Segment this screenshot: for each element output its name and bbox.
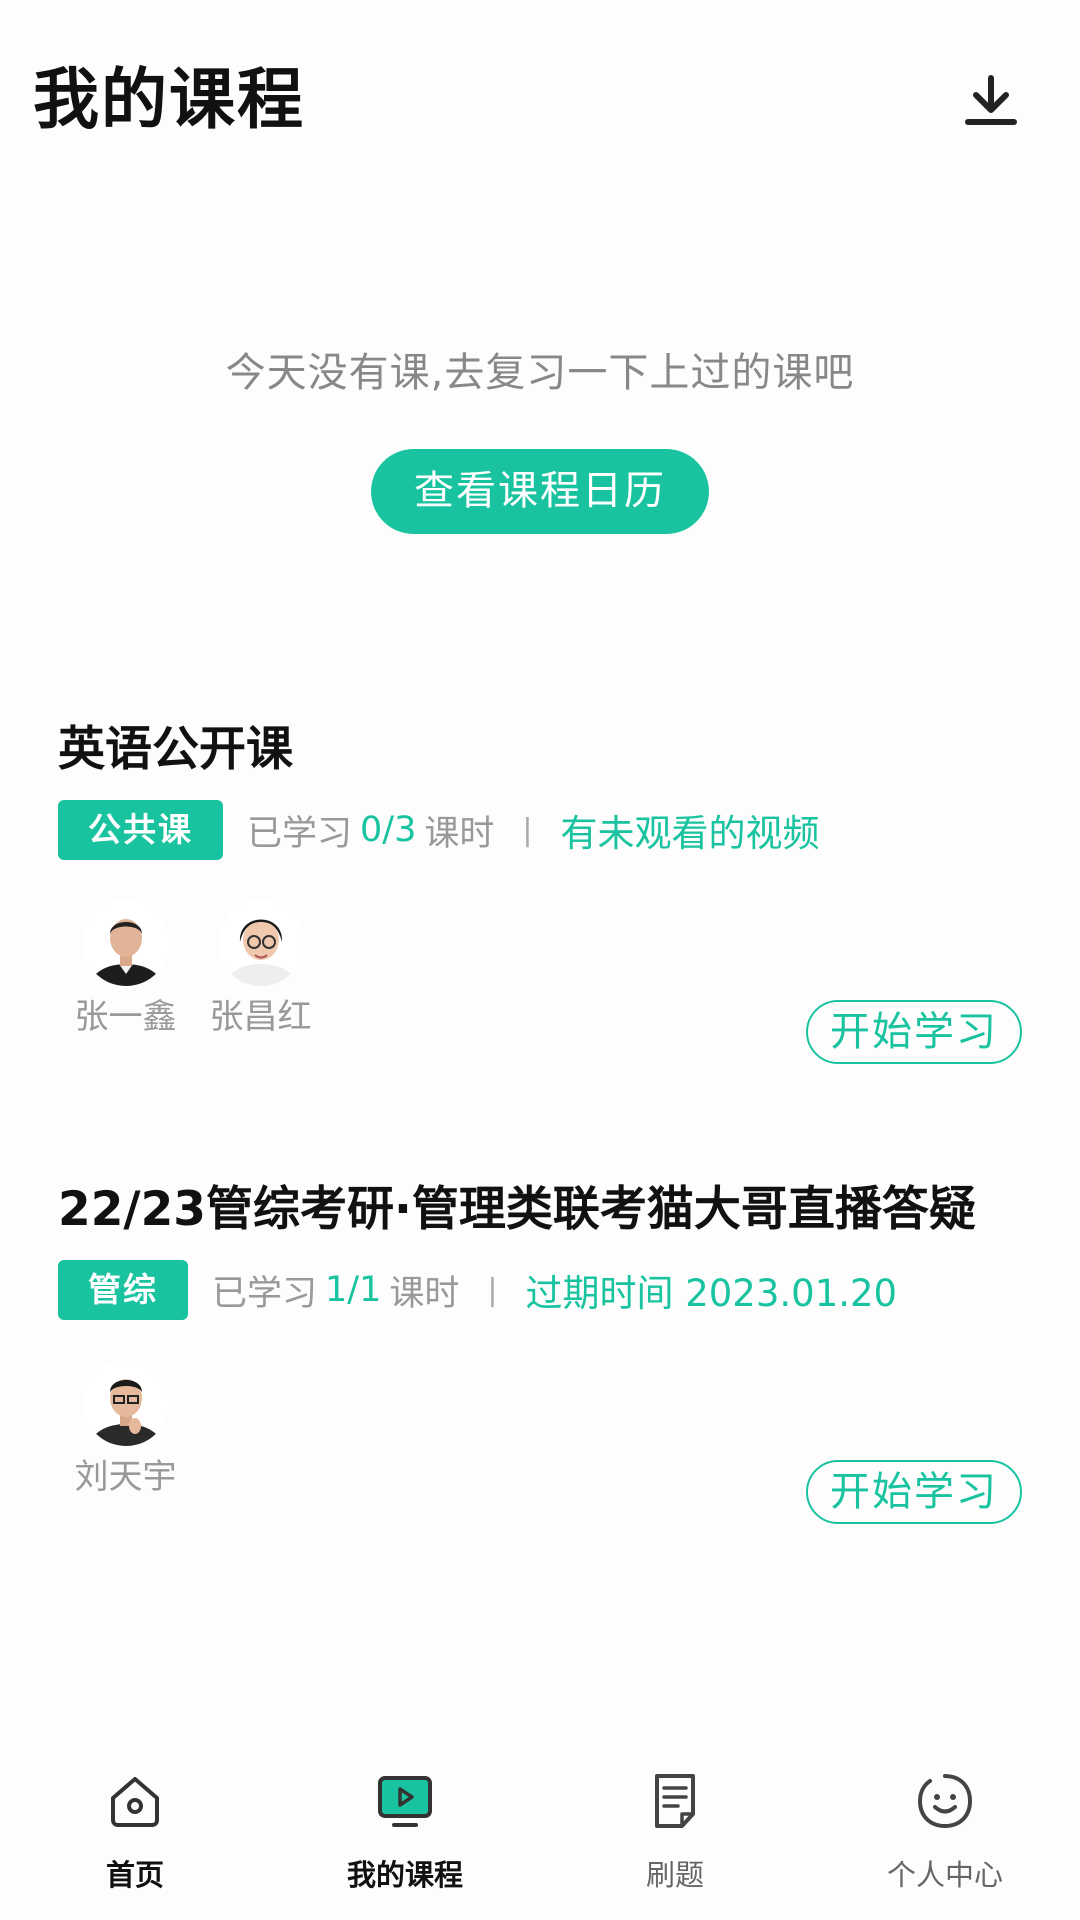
home-icon (111, 1777, 159, 1827)
course-card[interactable]: 22/23管综考研·管理类联考猫大哥直播答疑 管综 已学习 1/1 课时 | 过… (24, 1180, 1056, 1600)
teacher-list: 张一鑫 张昌红 (58, 900, 328, 1042)
progress-count: 0/3 (360, 810, 417, 850)
nav-item-my-courses[interactable]: 我的课程 (270, 1760, 540, 1920)
studied-label: 已学习 (212, 1273, 318, 1314)
download-button[interactable] (962, 72, 1020, 130)
nav-item-home[interactable]: 首页 (0, 1760, 270, 1920)
meta-divider: | (522, 812, 533, 848)
nav-label: 刷题 (645, 1858, 704, 1892)
avatar (82, 900, 169, 986)
bottom-nav: 首页 我的课程 刷题 个人中心 (0, 1760, 1080, 1920)
course-title: 英语公开课 (58, 722, 293, 777)
start-learning-button[interactable]: 开始学习 (806, 1000, 1022, 1064)
studied-label: 已学习 (247, 813, 353, 854)
today-schedule-card: 今天没有课,去复习一下上过的课吧 查看课程日历 (24, 200, 1056, 640)
empty-schedule-text: 今天没有课,去复习一下上过的课吧 (225, 350, 855, 396)
teacher-list: 刘天宇 (58, 1360, 193, 1502)
course-note: 过期时间 2023.01.20 (525, 1272, 898, 1315)
avatar (82, 1360, 169, 1446)
progress-count: 1/1 (325, 1270, 382, 1310)
course-card[interactable]: 英语公开课 公共课 已学习 0/3 课时 | 有未观看的视频 张一鑫 张昌红 开… (24, 720, 1056, 1140)
course-tag: 公共课 (58, 800, 223, 860)
course-title: 22/23管综考研·管理类联考猫大哥直播答疑 (58, 1182, 976, 1237)
course-meta: 管综 已学习 1/1 课时 | 过期时间 2023.01.20 (58, 1260, 897, 1320)
download-icon (965, 75, 1017, 125)
progress-unit: 课时 (424, 813, 495, 854)
smiley-icon (917, 1774, 973, 1829)
course-tag: 管综 (58, 1260, 188, 1320)
nav-label: 首页 (105, 1858, 164, 1892)
teacher-name: 张昌红 (209, 997, 312, 1037)
start-learning-button[interactable]: 开始学习 (806, 1460, 1022, 1524)
nav-label: 个人中心 (886, 1858, 1003, 1892)
page-title: 我的课程 (33, 61, 305, 138)
teacher[interactable]: 张一鑫 (58, 900, 193, 1042)
nav-label: 我的课程 (346, 1858, 463, 1892)
teacher[interactable]: 张昌红 (193, 900, 328, 1042)
tv-play-icon (378, 1776, 432, 1827)
nav-item-practice[interactable]: 刷题 (540, 1760, 810, 1920)
avatar (217, 900, 304, 986)
meta-divider: | (487, 1272, 498, 1308)
teacher-name: 刘天宇 (74, 1457, 177, 1497)
note-icon (655, 1774, 695, 1828)
teacher[interactable]: 刘天宇 (58, 1360, 193, 1502)
teacher-name: 张一鑫 (74, 997, 177, 1037)
nav-item-profile[interactable]: 个人中心 (810, 1760, 1080, 1920)
progress-unit: 课时 (389, 1273, 460, 1314)
course-note: 有未观看的视频 (560, 812, 820, 855)
course-meta: 公共课 已学习 0/3 课时 | 有未观看的视频 (58, 800, 819, 860)
view-calendar-button[interactable]: 查看课程日历 (371, 449, 709, 534)
